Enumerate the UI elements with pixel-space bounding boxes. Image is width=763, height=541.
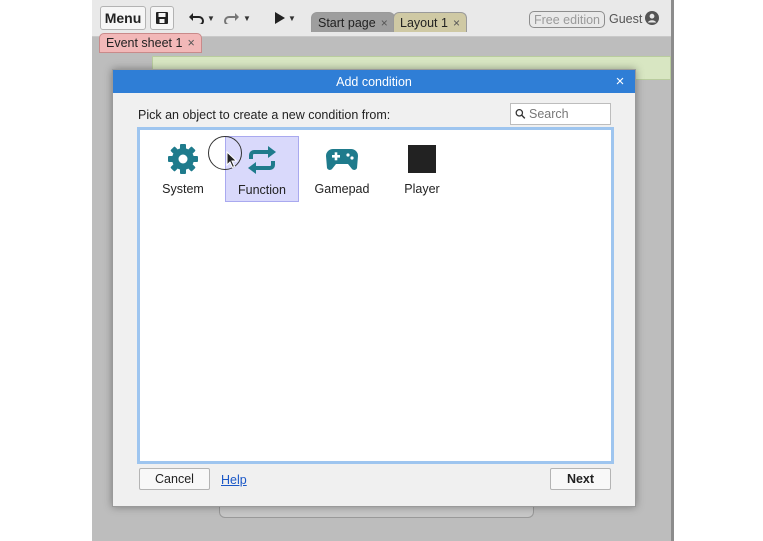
main-toolbar: Menu ▼ ▼ ▼ Start page × Layout 1 × Free …: [92, 0, 671, 37]
menu-button[interactable]: Menu: [100, 6, 146, 30]
dialog-prompt: Pick an object to create a new condition…: [138, 108, 391, 122]
object-gamepad[interactable]: Gamepad: [305, 136, 379, 202]
help-link[interactable]: Help: [221, 473, 247, 487]
tab-event-sheet-1[interactable]: Event sheet 1 ×: [99, 33, 202, 53]
add-condition-dialog: Add condition × Pick an object to create…: [112, 69, 636, 507]
undo-caret-icon[interactable]: ▼: [207, 14, 215, 23]
search-input[interactable]: [526, 107, 610, 121]
function-arrows-icon: [245, 143, 279, 177]
search-icon: [515, 109, 526, 119]
object-player[interactable]: Player: [385, 136, 459, 202]
tab-label: Event sheet 1: [106, 36, 183, 50]
redo-button[interactable]: ▼: [224, 8, 251, 28]
tab-close-icon[interactable]: ×: [381, 16, 388, 30]
tab-label: Layout 1: [400, 15, 448, 30]
gamepad-icon: [325, 142, 359, 176]
preview-button[interactable]: ▼: [274, 8, 296, 28]
object-label: Function: [238, 183, 286, 197]
object-label: System: [162, 182, 204, 196]
preview-caret-icon[interactable]: ▼: [288, 14, 296, 23]
cancel-button[interactable]: Cancel: [139, 468, 210, 490]
window-edge: [671, 0, 674, 541]
save-icon: [156, 12, 168, 24]
close-icon[interactable]: ×: [611, 72, 629, 90]
sprite-black-square-icon: [405, 142, 439, 176]
tab-layout-1[interactable]: Layout 1 ×: [393, 12, 467, 32]
dialog-title: Add condition: [336, 74, 412, 89]
object-label: Player: [404, 182, 440, 196]
undo-icon: [189, 13, 204, 24]
tab-close-icon[interactable]: ×: [453, 16, 460, 30]
redo-icon: [224, 13, 239, 24]
user-avatar-icon[interactable]: [645, 11, 659, 25]
save-button[interactable]: [150, 6, 174, 30]
dialog-titlebar: Add condition ×: [113, 70, 635, 93]
search-box[interactable]: [510, 103, 611, 125]
gear-icon: [166, 142, 200, 176]
tab-close-icon[interactable]: ×: [187, 36, 194, 50]
free-edition-badge[interactable]: Free edition: [529, 11, 606, 28]
redo-caret-icon[interactable]: ▼: [243, 14, 251, 23]
next-button[interactable]: Next: [550, 468, 611, 490]
tab-label: Start page: [318, 15, 376, 30]
mouse-pointer-icon: [226, 151, 238, 169]
tab-start-page[interactable]: Start page ×: [311, 12, 395, 32]
play-icon: [275, 12, 285, 24]
undo-button[interactable]: ▼: [188, 8, 215, 28]
user-name[interactable]: Guest: [609, 12, 642, 26]
object-label: Gamepad: [314, 182, 370, 196]
object-list[interactable]: System Function Gamepad Player: [137, 127, 614, 464]
